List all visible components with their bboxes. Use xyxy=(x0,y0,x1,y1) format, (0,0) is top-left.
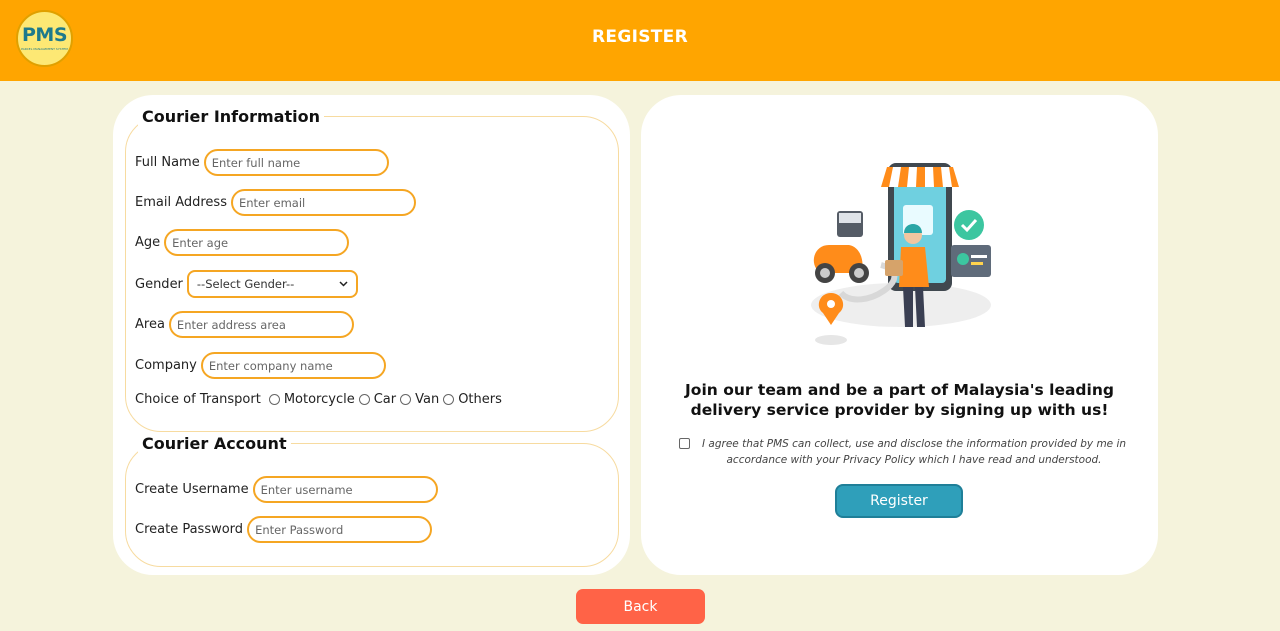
transport-option-car[interactable]: Car xyxy=(358,392,397,407)
username-input[interactable] xyxy=(252,476,438,503)
transport-option-van[interactable]: Van xyxy=(400,392,439,407)
register-button[interactable]: Register xyxy=(835,484,963,518)
company-label: Company xyxy=(135,358,197,373)
radio-icon[interactable] xyxy=(268,394,280,405)
back-button[interactable]: Back xyxy=(576,589,705,624)
gender-selected-value: --Select Gender-- xyxy=(196,277,295,291)
transport-option-motorcycle[interactable]: Motorcycle xyxy=(268,392,355,407)
area-row: Area xyxy=(135,311,354,338)
agree-checkbox[interactable] xyxy=(679,438,690,449)
chevron-down-icon xyxy=(339,281,348,287)
password-input[interactable] xyxy=(247,516,433,543)
email-row: Email Address xyxy=(135,189,416,216)
registration-form-card: Courier Information Full Name Email Addr… xyxy=(113,95,630,575)
courier-account-legend: Courier Account xyxy=(142,434,287,453)
transport-option-label: Car xyxy=(373,392,397,407)
transport-label: Choice of Transport xyxy=(135,392,261,407)
area-label: Area xyxy=(135,317,165,332)
agreement-line-1: I agree that PMS can collect, use and di… xyxy=(702,438,1127,450)
courier-information-legend: Courier Information xyxy=(142,107,320,126)
transport-option-label: Motorcycle xyxy=(283,392,355,407)
company-input[interactable] xyxy=(200,352,386,379)
agreement-line-2: accordance with your Privacy Policy whic… xyxy=(726,454,1102,466)
privacy-agreement: I agree that PMS can collect, use and di… xyxy=(679,436,1129,468)
transport-option-others[interactable]: Others xyxy=(443,392,502,407)
transport-option-label: Van xyxy=(415,392,440,407)
username-label: Create Username xyxy=(135,482,249,497)
password-label: Create Password xyxy=(135,522,244,537)
password-row: Create Password xyxy=(135,516,433,543)
radio-icon[interactable] xyxy=(443,394,455,405)
promo-line-2: delivery service provider by signing up … xyxy=(690,401,1109,419)
full-name-input[interactable] xyxy=(203,149,389,176)
promo-message: Join our team and be a part of Malaysia'… xyxy=(681,380,1118,420)
age-label: Age xyxy=(135,235,161,250)
username-row: Create Username xyxy=(135,476,438,503)
agreement-text: I agree that PMS can collect, use and di… xyxy=(702,436,1126,468)
header-bar: PMS PARCEL MANAGEMENT SYSTEM REGISTER xyxy=(0,0,1280,81)
area-input[interactable] xyxy=(168,311,354,338)
page-title: REGISTER xyxy=(592,27,688,47)
radio-icon[interactable] xyxy=(400,394,412,405)
full-name-label: Full Name xyxy=(135,155,200,170)
company-row: Company xyxy=(135,352,386,379)
email-input[interactable] xyxy=(230,189,416,216)
logo-subtext: PARCEL MANAGEMENT SYSTEM xyxy=(21,47,68,51)
promo-card: Join our team and be a part of Malaysia'… xyxy=(641,95,1158,575)
courier-delivery-illustration xyxy=(811,163,991,345)
age-input[interactable] xyxy=(164,229,350,256)
promo-line-1: Join our team and be a part of Malaysia'… xyxy=(685,381,1114,399)
gender-select[interactable]: --Select Gender-- xyxy=(186,270,358,298)
transport-row: Choice of Transport Motorcycle Car Van O… xyxy=(135,392,502,407)
full-name-row: Full Name xyxy=(135,149,389,176)
gender-row: Gender --Select Gender-- xyxy=(135,270,358,298)
transport-option-label: Others xyxy=(458,392,502,407)
age-row: Age xyxy=(135,229,350,256)
radio-icon[interactable] xyxy=(358,394,370,405)
gender-label: Gender xyxy=(135,276,183,292)
email-label: Email Address xyxy=(135,195,227,210)
